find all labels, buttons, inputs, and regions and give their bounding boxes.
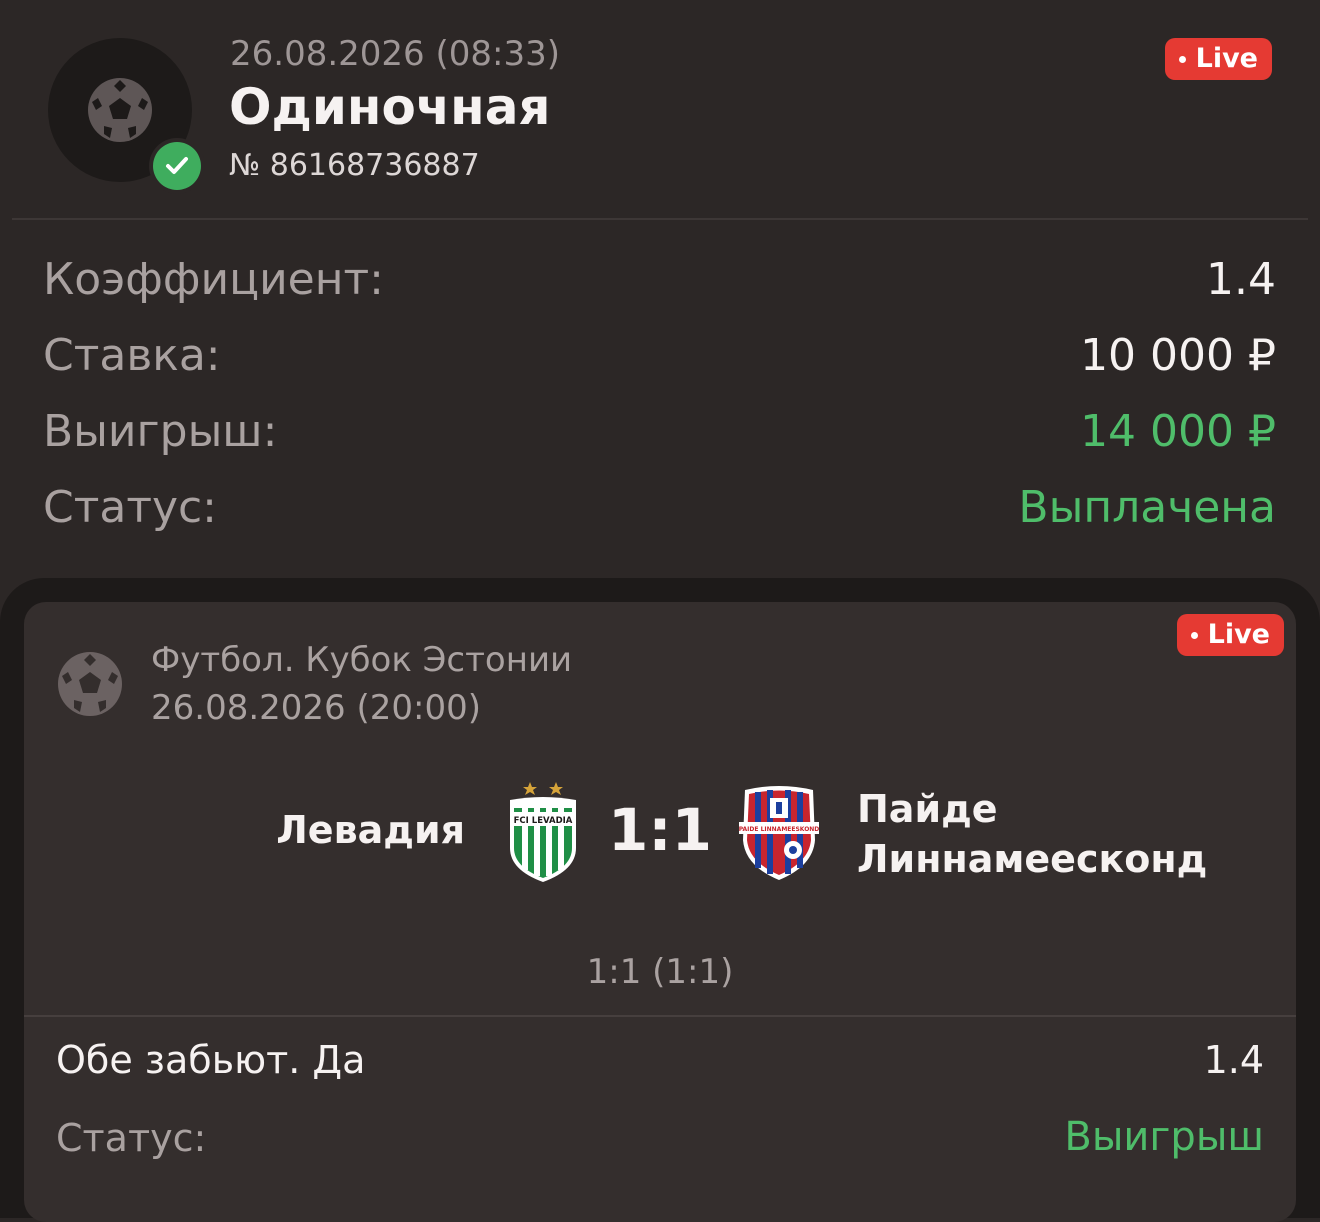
score-detail: 1:1 (1:1)	[586, 952, 734, 992]
event-datetime: 26.08.2026 (20:00)	[151, 688, 481, 728]
bet-outcome-name: Обе забьют. Да	[56, 1038, 366, 1082]
away-logo-text: PAIDE LINNAMEESKOND	[739, 826, 820, 833]
bet-outcome-odds: 1.4	[1203, 1038, 1264, 1082]
win-value: 14 000 ₽	[1080, 406, 1276, 457]
football-icon	[88, 78, 152, 142]
odds-label: Коэффициент:	[43, 254, 384, 305]
win-label: Выигрыш:	[43, 406, 278, 457]
home-team-name: Левадия	[276, 808, 465, 852]
away-team-name: Пайде Линнамеесконд	[857, 784, 1207, 884]
bet-type-title: Одиночная	[229, 78, 551, 136]
bet-number: № 86168736887	[229, 148, 480, 183]
live-badge-label: Live	[1195, 43, 1258, 74]
away-team-name-line1: Пайде	[857, 787, 998, 831]
home-logo-text: FCI LEVADIA	[514, 816, 573, 826]
live-badge: Live	[1164, 38, 1272, 80]
live-dot-icon	[1190, 631, 1198, 639]
checkmark-icon	[166, 157, 188, 174]
status-check-badge	[149, 138, 205, 194]
event-league: Футбол. Кубок Эстонии	[151, 640, 573, 680]
away-team-logo: PAIDE LINNAMEESKOND	[739, 786, 820, 880]
away-team-name-line2: Линнамеесконд	[857, 837, 1208, 881]
match-score: 1:1	[608, 796, 712, 864]
odds-value: 1.4	[1206, 254, 1276, 305]
live-dot-icon	[1178, 55, 1186, 63]
card-divider	[24, 1015, 1296, 1017]
stake-value: 10 000 ₽	[1080, 330, 1276, 381]
event-live-badge: Live	[1176, 614, 1284, 656]
status-value: Выплачена	[1018, 482, 1276, 533]
outcome-status-value: Выигрыш	[1064, 1114, 1264, 1160]
home-team-logo: FCI LEVADIA	[510, 782, 576, 882]
status-label: Статус:	[43, 482, 218, 533]
outcome-status-label: Статус:	[56, 1116, 207, 1160]
bet-datetime: 26.08.2026 (08:33)	[230, 34, 560, 74]
header-divider	[12, 218, 1308, 220]
event-live-label: Live	[1207, 619, 1270, 650]
stake-label: Ставка:	[43, 330, 221, 381]
football-icon	[58, 652, 122, 716]
